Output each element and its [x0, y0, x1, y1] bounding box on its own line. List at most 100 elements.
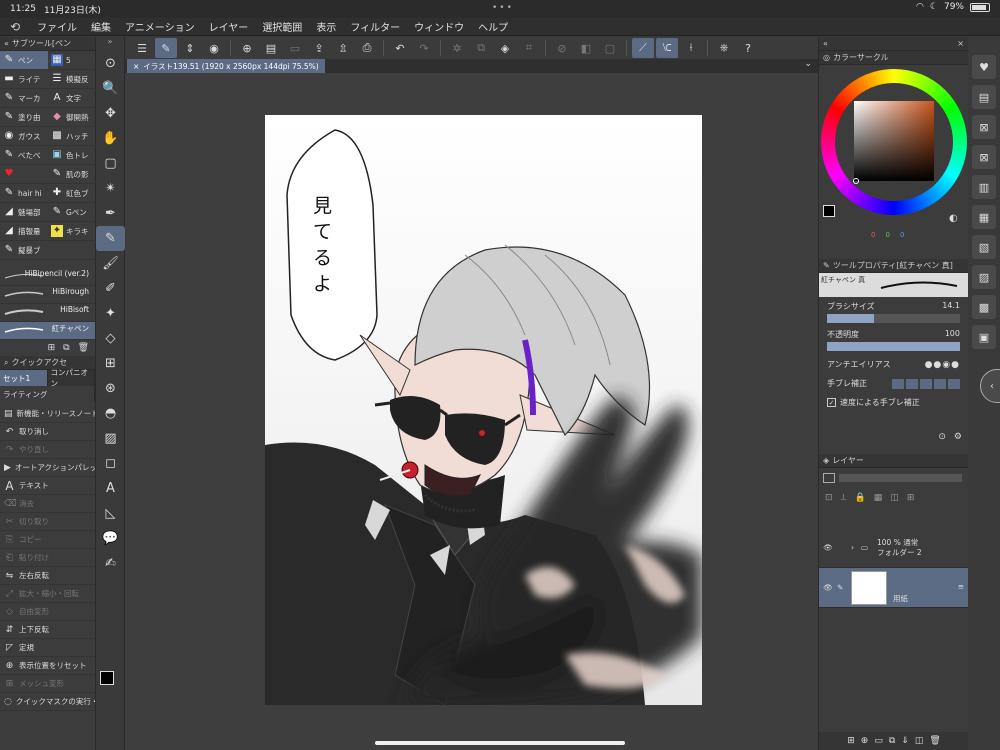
open-folder-icon[interactable]: ▤	[260, 38, 282, 58]
tool-blend[interactable]: ⊛	[96, 376, 125, 401]
brush-item[interactable]: HiBisoft	[0, 304, 95, 322]
duplicate-icon[interactable]: ⧉	[470, 38, 492, 58]
eye-icon[interactable]: 👁	[819, 583, 837, 592]
brush-size-row[interactable]: ブラシサイズ 14.1	[819, 297, 968, 323]
tool-pen[interactable]: ✎	[96, 226, 125, 251]
menu-window[interactable]: ウィンドウ	[407, 19, 471, 34]
fill-bucket-icon[interactable]: ◈	[494, 38, 516, 58]
opacity-row[interactable]: 不透明度 100	[819, 323, 968, 351]
lock-icon[interactable]: 🔒	[855, 493, 866, 503]
print-icon[interactable]: ⎙	[356, 38, 378, 58]
panel-icon[interactable]: ▧	[972, 235, 996, 259]
collapse-icon[interactable]: «	[4, 39, 9, 48]
qa-undo[interactable]: ↶ 取り消し	[0, 423, 95, 441]
stabilization-steps[interactable]	[892, 378, 960, 389]
tool-fill[interactable]: ◓	[96, 401, 125, 426]
tool-ruler[interactable]: ◺	[96, 501, 125, 526]
edit-icon[interactable]: ✎	[155, 38, 177, 58]
subtool-item-0[interactable]: ✎ ペン	[0, 51, 48, 70]
search-icon[interactable]: ⌕	[4, 358, 8, 368]
layer-opacity-slider[interactable]	[839, 474, 962, 482]
clip-icon[interactable]: ⊡	[825, 493, 833, 503]
panel-icon[interactable]: ▩	[972, 295, 996, 319]
qa-ruler[interactable]: ◸ 定規	[0, 639, 95, 657]
tool-operation[interactable]: ⊙	[96, 51, 125, 76]
new-vector-icon[interactable]: ⊕	[861, 736, 869, 746]
close-icon[interactable]: ×	[957, 39, 964, 48]
color-mode-icon[interactable]: ◐	[949, 213, 958, 224]
trash-icon[interactable]: 🗑	[78, 343, 89, 353]
border-icon[interactable]: ▢	[599, 38, 621, 58]
trash-icon[interactable]: 🗑	[929, 736, 940, 746]
copy-icon[interactable]: ⧉	[889, 736, 895, 746]
tool-correct-line[interactable]: ✍	[96, 551, 125, 576]
deselect-icon[interactable]: ⊘	[551, 38, 573, 58]
qa-scale-rotate[interactable]: ⤢ 拡大・縮小・回転	[0, 585, 95, 603]
color-circle-header[interactable]: ◎ カラーサークル	[819, 51, 968, 65]
tool-selection[interactable]: ▢	[96, 151, 125, 176]
antialias-options[interactable]: ●●◉●	[925, 360, 960, 370]
brush-size-slider[interactable]	[827, 314, 960, 323]
brush-item-active[interactable]: 紅チャペン	[0, 322, 95, 340]
panel-icon[interactable]: ▤	[972, 85, 996, 109]
menu-filter[interactable]: フィルター	[343, 19, 407, 34]
qa-reset-view[interactable]: ⊕ 表示位置をリセット	[0, 657, 95, 675]
tab-lighting[interactable]: ライティング	[0, 386, 95, 402]
mask-icon[interactable]: ◫	[890, 493, 899, 503]
subtool-item-8[interactable]: ◉ ガウス	[0, 127, 48, 146]
subtool-item-14[interactable]: ✎ hair hi	[0, 184, 48, 203]
tool-brush[interactable]: 🖌	[96, 251, 125, 276]
mask-icon[interactable]: ◫	[915, 736, 924, 746]
tool-text[interactable]: A	[96, 476, 125, 501]
subtool-item-13[interactable]: ✎ 肌の影	[48, 165, 96, 184]
subtool-item-20[interactable]: ✎ 擬暴ブ	[0, 241, 48, 260]
subtool-panel-header[interactable]: « サブツール[ペン	[0, 37, 95, 51]
settings-icon[interactable]: ✲	[446, 38, 468, 58]
tool-balloon[interactable]: 💬	[96, 526, 125, 551]
tool-property-header[interactable]: ✎ ツールプロパティ[紅チャペン 真]	[819, 259, 968, 273]
opacity-slider[interactable]	[827, 342, 960, 351]
chevron-right-icon[interactable]: ›	[851, 543, 861, 552]
subtool-item-1[interactable]: ▦ 5	[48, 51, 96, 70]
menu-icon[interactable]: ☰	[131, 38, 153, 58]
checkbox[interactable]: ✓	[827, 398, 836, 407]
blend-mode-dropdown[interactable]	[823, 473, 835, 483]
new-file-icon[interactable]: ⊕	[236, 38, 258, 58]
new-layer-icon[interactable]: ⊞	[847, 736, 855, 746]
qa-erase[interactable]: ⌫ 消去	[0, 495, 95, 513]
export-icon[interactable]: ⇪	[308, 38, 330, 58]
main-color-swatch[interactable]	[823, 205, 835, 217]
share-icon[interactable]: ⇫	[332, 38, 354, 58]
qa-flip-vertical[interactable]: ⇵ 上下反転	[0, 621, 95, 639]
panel-icon[interactable]: ▨	[972, 265, 996, 289]
qa-mesh-transform[interactable]: ⊞ メッシュ変形	[0, 675, 95, 693]
tool-decoration[interactable]: ✦	[96, 301, 125, 326]
color-picker-cursor[interactable]	[853, 178, 859, 184]
collapse-icon[interactable]: »	[96, 37, 124, 51]
antialias-row[interactable]: アンチエイリアス ●●◉●	[819, 351, 968, 370]
subtool-item-12[interactable]: ♥	[0, 165, 48, 184]
subtool-item-16[interactable]: ◢ 魅場部	[0, 203, 48, 222]
lock-alpha-icon[interactable]: ▦	[874, 493, 883, 503]
close-panel-icon[interactable]: ⊠	[972, 145, 996, 169]
companion-icon[interactable]: ⎈	[713, 38, 735, 58]
qa-copy[interactable]: ⎘ コピー	[0, 531, 95, 549]
subtool-item-15[interactable]: ✚ 虹色ブ	[48, 184, 96, 203]
help-icon[interactable]: ?	[737, 38, 759, 58]
qa-cut[interactable]: ✂ 切り取り	[0, 513, 95, 531]
add-icon[interactable]: ⊞	[48, 343, 56, 353]
artwork-canvas[interactable]: 見てるよ	[265, 115, 702, 705]
tool-pattern[interactable]: ⊞	[96, 351, 125, 376]
subtool-item-4[interactable]: ✎ マーカ	[0, 89, 48, 108]
main-color-swatch[interactable]	[100, 671, 114, 685]
saturation-value-square[interactable]	[854, 101, 934, 181]
snap-special-icon[interactable]: ⟈	[656, 38, 678, 58]
merge-icon[interactable]: ⇓	[901, 736, 909, 746]
subtool-item-10[interactable]: ✎ べたべ	[0, 146, 48, 165]
tool-figure[interactable]: ◻	[96, 451, 125, 476]
tool-eyedropper[interactable]: ✒	[96, 201, 125, 226]
brush-item[interactable]: HiBirough	[0, 286, 95, 304]
drag-handle-icon[interactable]: ≡	[958, 582, 964, 591]
menu-layer[interactable]: レイヤー	[202, 19, 256, 34]
qa-flip-horizontal[interactable]: ⇋ 左右反転	[0, 567, 95, 585]
